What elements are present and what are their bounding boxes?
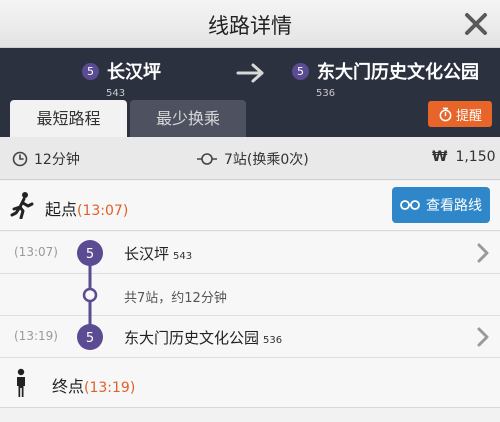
fare-text: 1,150: [455, 149, 496, 165]
stop-code: 536: [263, 335, 283, 346]
view-route-button[interactable]: 查看路线: [392, 187, 490, 223]
stop-name: 长汉坪: [124, 245, 170, 263]
end-label: 终点: [52, 377, 85, 396]
stop-time: (13:19): [14, 329, 58, 343]
clock-icon: [12, 151, 28, 167]
origin-station: 5 长汉坪 543: [82, 58, 161, 99]
stop-badge-number: 5: [86, 247, 94, 262]
stations-summary: 7站(换乘0次): [196, 149, 309, 169]
start-point-row: 起点(13:07) 查看路线: [0, 181, 500, 231]
remind-button[interactable]: 提醒: [428, 101, 492, 127]
station-node-icon: [197, 153, 217, 165]
destination-station-code: 536: [316, 88, 336, 99]
stop-name-wrap: 东大门历史文化公园 536: [124, 327, 282, 348]
intermediate-node: [82, 287, 98, 303]
fare-summary: ₩ 1,150: [432, 149, 496, 165]
walking-person-icon: [10, 192, 34, 219]
start-time: (13:07): [77, 203, 129, 219]
binoculars-icon: [400, 200, 420, 210]
end-point-row: 终点(13:19): [0, 358, 500, 408]
duration-summary: 12分钟: [12, 149, 80, 169]
won-icon: ₩: [432, 149, 448, 165]
stations-text: 7站(换乘0次): [224, 152, 309, 168]
intermediate-info: 共7站，约12分钟: [124, 291, 227, 306]
stop-badge-number: 5: [86, 331, 94, 346]
stop-code: 543: [173, 251, 193, 262]
remind-button-label: 提醒: [455, 108, 482, 124]
end-time: (13:19): [84, 380, 136, 396]
origin-station-name: 长汉坪: [107, 62, 161, 83]
chevron-right-icon[interactable]: [476, 326, 490, 348]
destination-station: 5 东大门历史文化公园 536: [292, 58, 479, 99]
arrow-right-icon: [236, 63, 264, 83]
destination-station-name: 东大门历史文化公园: [317, 62, 479, 83]
line-badge: 5: [82, 62, 99, 80]
end-point-label: 终点(13:19): [52, 373, 135, 397]
stop-time: (13:07): [14, 245, 58, 259]
origin-station-code: 543: [106, 88, 126, 99]
route-summary: 12分钟 7站(换乘0次) ₩ 1,150: [0, 137, 500, 180]
start-point-label: 起点(13:07): [45, 196, 128, 220]
tab-shortest-route[interactable]: 最短路程: [10, 100, 127, 137]
page-title: 线路详情: [208, 14, 292, 38]
stop-name-wrap: 长汉坪 543: [124, 243, 192, 264]
start-label: 起点: [45, 200, 78, 219]
line-badge: 5: [292, 62, 309, 80]
subway-line-diagram: 5 5: [77, 240, 103, 350]
duration-text: 12分钟: [34, 152, 80, 168]
view-route-label: 查看路线: [426, 198, 482, 214]
standing-person-icon: [17, 368, 25, 397]
tab-fewest-transfers[interactable]: 最少换乘: [130, 100, 246, 137]
stop-name: 东大门历史文化公园: [124, 329, 260, 347]
stopwatch-icon: [439, 107, 452, 121]
title-bar: 线路详情: [0, 0, 500, 48]
close-icon[interactable]: [460, 8, 492, 40]
chevron-right-icon[interactable]: [476, 242, 490, 264]
